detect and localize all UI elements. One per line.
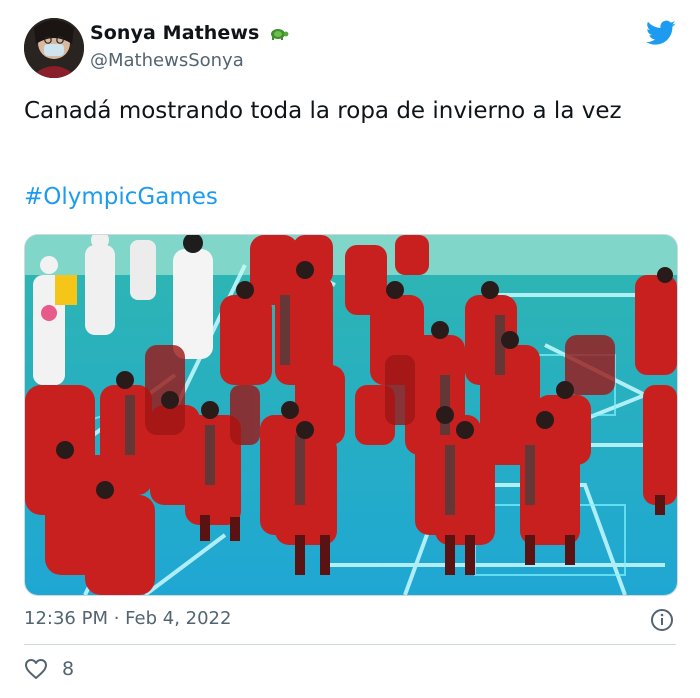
info-icon[interactable] — [650, 608, 674, 632]
tweet-timestamp[interactable]: 12:36 PM · Feb 4, 2022 — [24, 608, 231, 629]
like-button[interactable]: 8 — [24, 658, 74, 680]
turtle-emoji-icon — [267, 25, 289, 41]
hashtag-link[interactable]: #OlympicGames — [24, 184, 218, 210]
tweet-text: Canadá mostrando toda la ropa de inviern… — [24, 98, 622, 124]
avatar[interactable] — [24, 18, 84, 78]
author-name-row[interactable]: Sonya Mathews — [90, 22, 289, 44]
tweet-photo[interactable] — [24, 234, 678, 596]
avatar-image — [24, 18, 84, 78]
photo-icon — [25, 235, 677, 595]
heart-icon[interactable] — [24, 658, 48, 680]
author-handle[interactable]: @MathewsSonya — [90, 50, 244, 71]
like-count: 8 — [62, 658, 75, 680]
author-display-name[interactable]: Sonya Mathews — [90, 22, 259, 44]
twitter-bird-icon[interactable] — [646, 20, 676, 46]
tweet-card: Sonya Mathews @MathewsSonya Canadá mostr… — [0, 0, 700, 698]
divider — [24, 644, 676, 645]
